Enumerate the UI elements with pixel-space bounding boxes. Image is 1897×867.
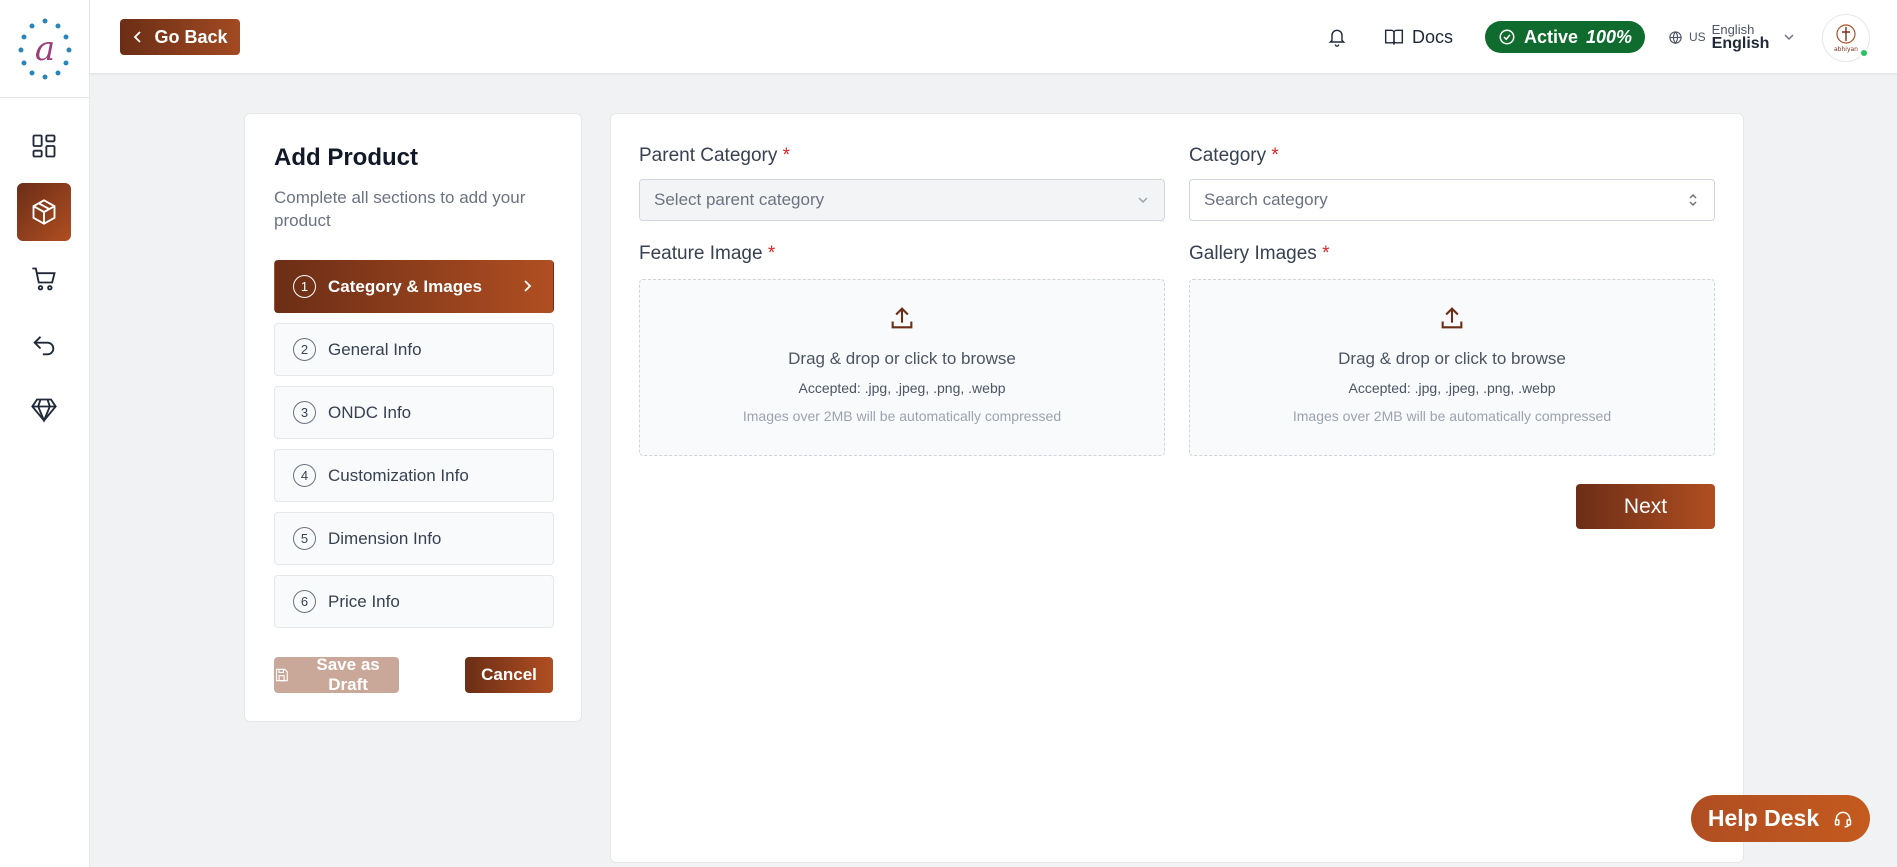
chevron-updown-icon xyxy=(1689,193,1697,207)
feature-image-label: Feature Image * xyxy=(639,243,775,265)
step-label: Customization Info xyxy=(328,465,469,485)
step-general-info[interactable]: 2 General Info xyxy=(274,323,554,376)
step-number: 3 xyxy=(293,401,316,424)
accepted-formats: Accepted: .jpg, .jpeg, .png, .webp xyxy=(798,380,1006,396)
app-logo[interactable]: a xyxy=(0,0,90,98)
sidebar: a xyxy=(0,0,90,867)
gallery-images-dropzone[interactable]: Drag & drop or click to browse Accepted:… xyxy=(1189,279,1715,456)
feature-image-label-text: Feature Image xyxy=(639,243,763,264)
go-back-button[interactable]: Go Back xyxy=(120,19,240,55)
required-mark: * xyxy=(1322,243,1330,264)
next-button[interactable]: Next xyxy=(1576,484,1715,529)
nav-premium[interactable] xyxy=(17,381,71,439)
return-icon xyxy=(33,336,55,356)
avatar-text: abhiyan xyxy=(1834,46,1858,53)
logo-letter: a xyxy=(35,29,55,69)
save-draft-label: Save as Draft xyxy=(316,655,380,694)
top-bar: Go Back Docs Active 100% US English Engl… xyxy=(90,0,1897,74)
required-mark: * xyxy=(767,243,776,264)
step-label: Category & Images xyxy=(328,276,482,296)
step-customization-info[interactable]: 4 Customization Info xyxy=(274,449,554,502)
docs-link[interactable]: Docs xyxy=(1384,23,1453,51)
step-category-images[interactable]: 1 Category & Images xyxy=(274,260,554,313)
cancel-button[interactable]: Cancel xyxy=(465,657,553,693)
dropzone-text: Drag & drop or click to browse xyxy=(788,349,1016,368)
compress-note: Images over 2MB will be automatically co… xyxy=(1292,408,1612,424)
parent-category-placeholder: Select parent category xyxy=(654,190,825,209)
nav-dashboard[interactable] xyxy=(17,117,71,175)
grid-icon xyxy=(32,134,56,158)
step-number: 1 xyxy=(293,275,316,298)
cart-icon xyxy=(32,267,56,291)
go-back-label: Go Back xyxy=(154,26,228,47)
parent-category-label: Parent Category * xyxy=(639,145,790,167)
avatar[interactable]: abhiyan xyxy=(1822,14,1870,62)
upload-icon xyxy=(891,307,913,329)
book-icon xyxy=(1384,29,1404,45)
page-subtitle: Complete all sections to add your produc… xyxy=(274,188,526,230)
status-badge[interactable]: Active 100% xyxy=(1485,21,1645,53)
box-icon xyxy=(32,199,56,225)
category-label: Category * xyxy=(1189,145,1279,167)
step-number: 4 xyxy=(293,464,316,487)
step-number: 2 xyxy=(293,338,316,361)
step-label: ONDC Info xyxy=(328,402,412,422)
language-code: US xyxy=(1689,30,1706,44)
online-indicator xyxy=(1859,48,1869,58)
step-dimension-info[interactable]: 5 Dimension Info xyxy=(274,512,554,565)
docs-label: Docs xyxy=(1412,26,1454,47)
gallery-images-label-text: Gallery Images xyxy=(1189,243,1317,264)
status-label: Active xyxy=(1523,26,1578,47)
save-draft-button[interactable]: Save as Draft xyxy=(274,655,399,694)
required-mark: * xyxy=(1271,145,1279,166)
language-small: English xyxy=(1711,21,1755,37)
chevron-left-icon xyxy=(134,31,142,43)
nav-returns[interactable] xyxy=(17,316,71,374)
notifications-button[interactable] xyxy=(1324,24,1350,50)
bell-icon xyxy=(1328,29,1346,47)
status-percent: 100% xyxy=(1585,26,1633,47)
nav-products[interactable] xyxy=(17,183,71,241)
dropzone-text: Drag & drop or click to browse xyxy=(1338,349,1566,368)
nav-orders[interactable] xyxy=(17,250,71,308)
step-ondc-info[interactable]: 3 ONDC Info xyxy=(274,386,554,439)
accepted-formats: Accepted: .jpg, .jpeg, .png, .webp xyxy=(1348,380,1556,396)
language-current: English xyxy=(1711,34,1770,52)
diamond-icon xyxy=(31,398,57,423)
chevron-down-icon xyxy=(1784,34,1794,41)
globe-icon xyxy=(1669,30,1682,44)
parent-category-label-text: Parent Category xyxy=(639,145,778,166)
gallery-images-label: Gallery Images * xyxy=(1189,243,1329,265)
step-label: Price Info xyxy=(328,591,400,611)
chevron-right-icon xyxy=(524,280,532,292)
category-search-select[interactable]: Search category xyxy=(1189,179,1715,221)
parent-category-select[interactable]: Select parent category xyxy=(639,179,1165,221)
step-number: 6 xyxy=(293,590,316,613)
chevron-down-icon xyxy=(1138,197,1148,204)
help-desk-button[interactable]: Help Desk xyxy=(1691,795,1870,842)
page-title: Add Product xyxy=(274,144,418,171)
language-selector[interactable]: US English English xyxy=(1668,22,1795,52)
step-label: General Info xyxy=(328,339,422,359)
feature-image-dropzone[interactable]: Drag & drop or click to browse Accepted:… xyxy=(639,279,1165,456)
step-number: 5 xyxy=(293,527,316,550)
compress-note: Images over 2MB will be automatically co… xyxy=(742,408,1062,424)
step-price-info[interactable]: 6 Price Info xyxy=(274,575,554,628)
step-label: Dimension Info xyxy=(328,528,442,548)
help-desk-label: Help Desk xyxy=(1707,805,1820,831)
category-label-text: Category xyxy=(1189,145,1267,166)
headset-icon xyxy=(1834,811,1852,827)
check-circle-icon xyxy=(1499,29,1515,45)
required-mark: * xyxy=(782,145,791,166)
save-icon xyxy=(275,668,288,682)
steps-card: Add Product Complete all sections to add… xyxy=(244,113,582,722)
upload-icon xyxy=(1441,307,1463,329)
form-card: Parent Category * Select parent category… xyxy=(610,113,1744,863)
category-placeholder: Search category xyxy=(1204,190,1328,209)
